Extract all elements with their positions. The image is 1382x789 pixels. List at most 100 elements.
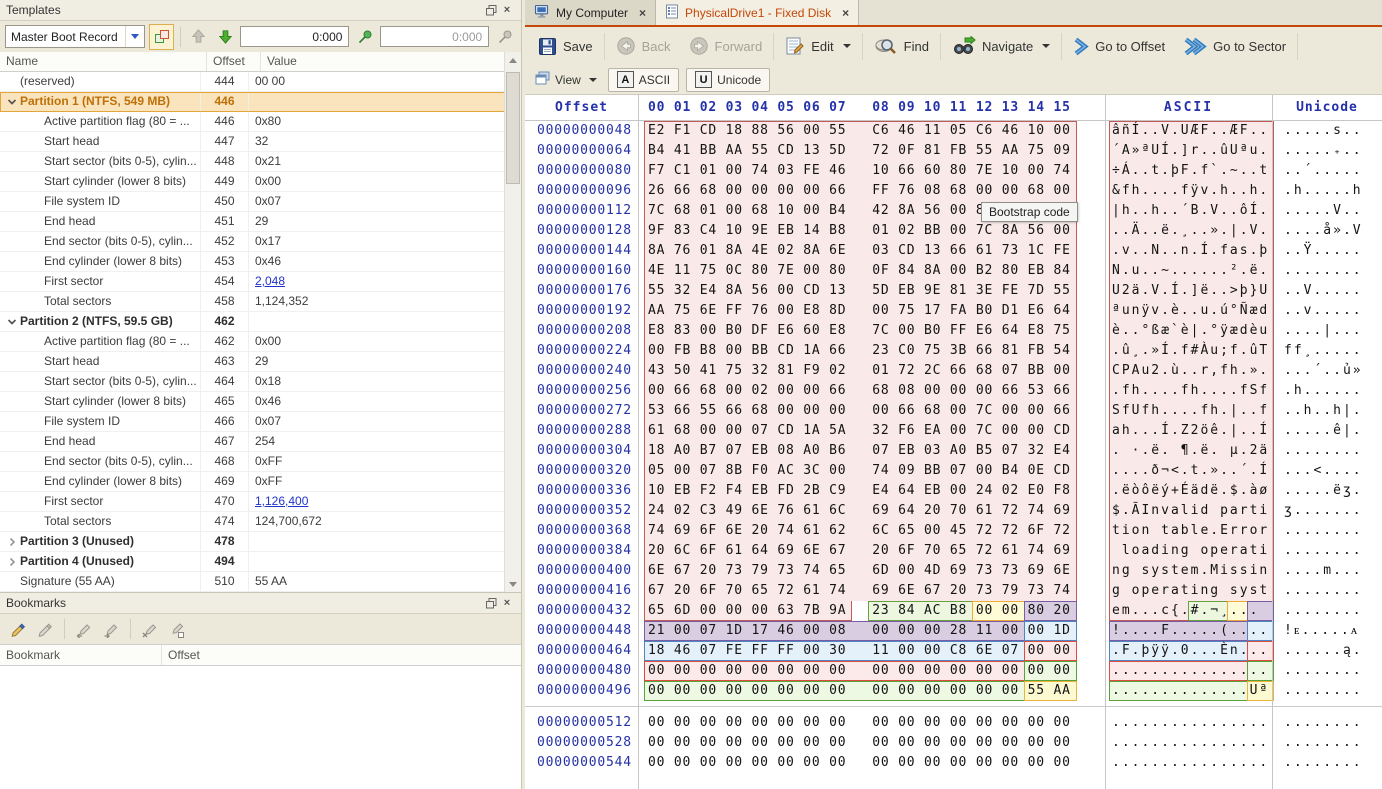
pin-offset-icon[interactable] <box>353 25 376 49</box>
hex-row[interactable]: 000000001289F 83 C4 10 9E EB 14 B8 01 02… <box>525 221 1382 241</box>
column-header-value[interactable]: Value <box>261 52 505 71</box>
tree-row[interactable]: Partition 3 (Unused)478 <box>0 532 505 552</box>
save-button[interactable]: Save <box>529 31 602 61</box>
find-button[interactable]: Find <box>865 31 938 61</box>
hex-row[interactable]: 0000000032005 00 07 8B F0 AC 3C 00 74 09… <box>525 461 1382 481</box>
tree-row[interactable]: Partition 4 (Unused)494 <box>0 552 505 572</box>
tree-row[interactable]: End sector (bits 0-5), cylin...4680xFF <box>0 452 505 472</box>
hex-row[interactable]: 00000000208E8 83 00 B0 DF E6 60 E8 7C 00… <box>525 321 1382 341</box>
scrollbar-thumb[interactable] <box>506 72 520 184</box>
edit-button[interactable]: Edit <box>776 31 859 61</box>
tree-row[interactable]: First sector4542,048 <box>0 272 505 292</box>
tree-row[interactable]: File system ID4660x07 <box>0 412 505 432</box>
tree-row[interactable]: First sector4701,126,400 <box>0 492 505 512</box>
template-offset-input-2[interactable] <box>380 26 489 47</box>
hex-row[interactable]: 0000000052800 00 00 00 00 00 00 00 00 00… <box>525 733 1382 753</box>
tree-row[interactable]: End head467254 <box>0 432 505 452</box>
hex-row[interactable]: 000000001604E 11 75 0C 80 7E 00 80 0F 84… <box>525 261 1382 281</box>
tree-row[interactable]: Start sector (bits 0-5), cylin...4480x21 <box>0 152 505 172</box>
field-value-link[interactable]: 1,126,400 <box>249 492 505 511</box>
tree-row[interactable]: Start head44732 <box>0 132 505 152</box>
hex-row[interactable]: 000000001127C 68 01 00 68 10 00 B4 42 8A… <box>525 201 1382 221</box>
close-panel-icon[interactable]: × <box>499 596 515 610</box>
tree-row[interactable]: Start cylinder (lower 8 bits)4490x00 <box>0 172 505 192</box>
column-header-name[interactable]: Name <box>0 52 207 71</box>
tree-row[interactable]: Partition 2 (NTFS, 59.5 GB)462 <box>0 312 505 332</box>
hex-row[interactable]: 0000000051200 00 00 00 00 00 00 00 00 00… <box>525 713 1382 733</box>
tree-row[interactable]: Partition 1 (NTFS, 549 MB)446 <box>0 92 505 112</box>
hex-row[interactable]: 0000000036874 69 6F 6E 20 74 61 62 6C 65… <box>525 521 1382 541</box>
choose-template-button[interactable] <box>149 24 174 50</box>
navigate-button[interactable]: Navigate <box>943 31 1059 61</box>
float-panel-icon[interactable] <box>483 3 499 17</box>
next-bookmark-icon[interactable] <box>101 619 121 639</box>
tab-my-computer[interactable]: My Computer × <box>525 0 656 25</box>
tree-row[interactable]: End head45129 <box>0 212 505 232</box>
hex-row[interactable]: 0000000046418 46 07 FE FF FF 00 30 11 00… <box>525 641 1382 661</box>
tree-row[interactable]: Signature (55 AA)51055 AA <box>0 572 505 592</box>
tree-row[interactable]: Total sectors474124,700,672 <box>0 512 505 532</box>
hex-row[interactable]: 000000004006E 67 20 73 79 73 74 65 6D 00… <box>525 561 1382 581</box>
hex-row[interactable]: 0000000009626 66 68 00 00 00 00 66 FF 76… <box>525 181 1382 201</box>
tab-physicaldrive1[interactable]: PhysicalDrive1 - Fixed Disk × <box>656 0 859 25</box>
hex-row[interactable]: 0000000041667 20 6F 70 65 72 61 74 69 6E… <box>525 581 1382 601</box>
hex-row[interactable]: 00000000080F7 C1 01 00 74 03 FE 46 10 66… <box>525 161 1382 181</box>
next-record-button[interactable] <box>214 25 237 49</box>
hex-row[interactable]: 0000000028861 68 00 00 07 CD 1A 5A 32 F6… <box>525 421 1382 441</box>
hex-row[interactable]: 0000000035224 02 C3 49 6E 76 61 6C 69 64… <box>525 501 1382 521</box>
goto-sector-button[interactable]: Go to Sector <box>1174 31 1295 61</box>
hex-row[interactable]: 0000000027253 66 55 66 68 00 00 00 00 66… <box>525 401 1382 421</box>
float-panel-icon[interactable] <box>483 596 499 610</box>
previous-bookmark-icon[interactable] <box>74 619 94 639</box>
tree-row[interactable]: End cylinder (lower 8 bits)4530x46 <box>0 252 505 272</box>
hex-row[interactable]: 0000000033610 EB F2 F4 EB FD 2B C9 E4 64… <box>525 481 1382 501</box>
column-header-bookmark-offset[interactable]: Offset <box>162 645 521 665</box>
tree-row[interactable]: End cylinder (lower 8 bits)4690xFF <box>0 472 505 492</box>
tree-row[interactable]: Total sectors4581,124,352 <box>0 292 505 312</box>
close-panel-icon[interactable]: × <box>499 3 515 17</box>
hex-row[interactable]: 0000000048000 00 00 00 00 00 00 00 00 00… <box>525 661 1382 681</box>
chevron-down-icon[interactable] <box>843 44 851 48</box>
add-bookmark-icon[interactable] <box>8 619 28 639</box>
hex-row[interactable]: 00000000048E2 F1 CD 18 88 56 00 55 C6 46… <box>525 121 1382 141</box>
unicode-toggle-button[interactable]: U Unicode <box>686 68 770 92</box>
edit-bookmark-icon[interactable] <box>35 619 55 639</box>
hex-row[interactable]: 0000000022400 FB B8 00 BB CD 1A 66 23 C0… <box>525 341 1382 361</box>
tree-row[interactable]: End sector (bits 0-5), cylin...4520x17 <box>0 232 505 252</box>
hex-row[interactable]: 00000000192AA 75 6E FF 76 00 E8 8D 00 75… <box>525 301 1382 321</box>
hex-row[interactable]: 0000000049600 00 00 00 00 00 00 00 00 00… <box>525 681 1382 701</box>
column-header-bookmark[interactable]: Bookmark <box>0 645 162 665</box>
tree-scrollbar[interactable] <box>504 52 521 592</box>
hex-row[interactable]: 0000000030418 A0 B7 07 EB 08 A0 B6 07 EB… <box>525 441 1382 461</box>
expand-arrow-icon[interactable] <box>4 97 20 107</box>
template-selector-dropdown[interactable]: Master Boot Record <box>5 25 145 48</box>
chevron-down-icon[interactable] <box>1042 44 1050 48</box>
hex-row[interactable]: 000000001448A 76 01 8A 4E 02 8A 6E 03 CD… <box>525 241 1382 261</box>
tree-row[interactable]: Start cylinder (lower 8 bits)4650x46 <box>0 392 505 412</box>
hex-row[interactable]: 0000000025600 66 68 00 02 00 00 66 68 08… <box>525 381 1382 401</box>
tab-label[interactable]: My Computer <box>556 6 628 20</box>
template-offset-input[interactable] <box>240 26 349 47</box>
bookmarks-list[interactable] <box>0 666 521 789</box>
tab-label[interactable]: PhysicalDrive1 - Fixed Disk <box>685 6 831 20</box>
tree-row[interactable]: Active partition flag (80 = ...4460x80 <box>0 112 505 132</box>
scroll-down-arrow[interactable] <box>505 577 521 592</box>
scroll-up-arrow[interactable] <box>505 52 521 67</box>
remove-bookmark-icon[interactable] <box>140 619 160 639</box>
expand-arrow-icon[interactable] <box>4 317 20 327</box>
tab-close-icon[interactable]: × <box>842 6 849 20</box>
collapse-arrow-icon[interactable] <box>4 557 20 567</box>
tab-close-icon[interactable]: × <box>639 6 646 20</box>
tree-row[interactable]: Active partition flag (80 = ...4620x00 <box>0 332 505 352</box>
previous-record-button[interactable] <box>187 25 210 49</box>
hex-row[interactable]: 0000000043265 6D 00 00 00 63 7B 9A 23 84… <box>525 601 1382 621</box>
hex-body[interactable]: 00000000048E2 F1 CD 18 88 56 00 55 C6 46… <box>525 121 1382 773</box>
remove-all-bookmarks-icon[interactable] <box>167 619 187 639</box>
tree-column-headers[interactable]: Name Offset Value <box>0 52 505 72</box>
back-button[interactable]: Back <box>607 31 680 61</box>
hex-row[interactable]: 00000000064B4 41 BB AA 55 CD 13 5D 72 0F… <box>525 141 1382 161</box>
bookmarks-column-headers[interactable]: Bookmark Offset <box>0 644 521 666</box>
goto-offset-button[interactable]: Go to Offset <box>1064 31 1174 61</box>
tree-row[interactable]: (reserved)44400 00 <box>0 72 505 92</box>
tree-row[interactable]: File system ID4500x07 <box>0 192 505 212</box>
